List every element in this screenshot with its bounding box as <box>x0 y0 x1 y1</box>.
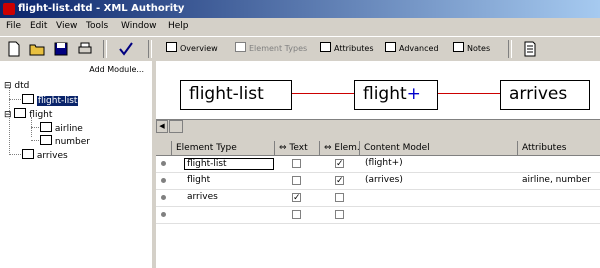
menu-tools[interactable]: Tools <box>86 21 108 31</box>
element-name-cell[interactable]: flight <box>187 175 210 185</box>
elem-checkbox[interactable]: ✓ <box>335 159 344 169</box>
title-bar: flight-list.dtd - XML Authority <box>0 0 600 18</box>
menu-view[interactable]: View <box>56 21 77 31</box>
tree-item-arrives[interactable]: arrives <box>22 149 68 161</box>
advanced-icon <box>385 42 396 52</box>
column-element-type[interactable]: Element Type <box>172 141 275 155</box>
print-icon[interactable] <box>77 41 93 57</box>
tree-connector <box>31 140 39 141</box>
attributes-button[interactable]: Attributes <box>320 42 374 56</box>
scroll-left-arrow[interactable]: ◀ <box>156 120 168 133</box>
column-attributes[interactable]: Attributes <box>518 141 600 155</box>
row-marker-icon <box>161 161 166 166</box>
tree-connector <box>9 154 21 155</box>
tree-connector <box>9 87 10 155</box>
tree-connector <box>31 127 39 128</box>
text-checkbox[interactable] <box>292 176 301 185</box>
toolbar-separator <box>508 40 512 58</box>
elem-checkbox[interactable]: ✓ <box>335 176 344 186</box>
new-file-icon[interactable] <box>6 41 22 57</box>
toolbar: Overview Element Types Attributes Advanc… <box>0 36 600 62</box>
notes-button[interactable]: Notes <box>453 42 490 56</box>
text-checkbox[interactable] <box>292 210 301 219</box>
element-name-field[interactable]: flight-list <box>184 158 274 170</box>
collapse-icon[interactable]: ⊟ <box>4 81 12 91</box>
table-row[interactable]: flight ✓ (arrives) airline, number <box>156 173 600 190</box>
connector-line <box>292 93 354 94</box>
tree-item-airline[interactable]: airline <box>40 122 83 134</box>
text-checkbox[interactable]: ✓ <box>292 193 301 203</box>
attribute-icon <box>40 135 52 145</box>
toolbar-separator <box>103 40 107 58</box>
attribute-icon <box>40 122 52 132</box>
elem-checkbox[interactable] <box>335 210 344 219</box>
menu-bar: File Edit View Tools Window Help <box>0 18 600 35</box>
column-text[interactable]: ⇔ Text <box>275 141 320 155</box>
validate-check-icon[interactable] <box>118 41 134 57</box>
connector-line <box>438 93 500 94</box>
notes-icon <box>453 42 464 52</box>
element-types-icon <box>235 42 246 52</box>
advanced-button[interactable]: Advanced <box>385 42 439 56</box>
element-types-button[interactable]: Element Types <box>235 42 307 56</box>
menu-file[interactable]: File <box>6 21 21 31</box>
tree-item-flight-list[interactable]: flight-list <box>22 94 79 106</box>
table-row[interactable]: arrives ✓ <box>156 190 600 207</box>
tree-item-number[interactable]: number <box>40 135 90 147</box>
tree-connector <box>9 99 21 100</box>
dtd-tree-pane: Add Module... ⊟ dtd flight-list ⊟ flight… <box>0 61 153 268</box>
app-icon <box>3 3 15 15</box>
menu-window[interactable]: Window <box>121 21 157 31</box>
window-title: flight-list.dtd - XML Authority <box>18 3 185 14</box>
menu-help[interactable]: Help <box>168 21 189 31</box>
open-folder-icon[interactable] <box>29 41 45 57</box>
content-model-cell[interactable]: (arrives) <box>365 175 403 185</box>
element-box-arrives[interactable]: arrives <box>500 80 590 110</box>
add-module-button[interactable]: Add Module... <box>2 63 148 77</box>
row-marker-icon <box>161 212 166 217</box>
tree-root[interactable]: ⊟ dtd <box>4 81 29 91</box>
table-row[interactable]: flight-list ✓ (flight+) <box>156 156 600 173</box>
scroll-thumb[interactable] <box>169 120 183 133</box>
column-content-model[interactable]: Content Model <box>360 141 518 155</box>
structure-canvas: flight-list flight+ arrives <box>156 61 600 120</box>
row-marker-icon <box>161 195 166 200</box>
table-row[interactable] <box>156 207 600 224</box>
attributes-icon <box>320 42 331 52</box>
element-name-cell[interactable]: arrives <box>187 192 218 202</box>
table-header: Element Type ⇔ Text ⇔ Elem. Content Mode… <box>156 141 600 156</box>
text-checkbox[interactable] <box>292 159 301 168</box>
canvas-horizontal-scrollbar[interactable]: ◀ <box>156 120 600 133</box>
row-marker-header <box>156 141 172 155</box>
toolbar-separator <box>148 40 152 58</box>
attributes-cell[interactable]: airline, number <box>522 175 591 185</box>
elem-checkbox[interactable] <box>335 193 344 202</box>
menu-edit[interactable]: Edit <box>30 21 47 31</box>
content-model-cell[interactable]: (flight+) <box>365 158 403 168</box>
element-icon <box>22 94 34 104</box>
overview-button[interactable]: Overview <box>166 42 218 56</box>
element-types-table: Element Type ⇔ Text ⇔ Elem. Content Mode… <box>156 141 600 268</box>
document-icon[interactable] <box>522 41 538 57</box>
column-elem[interactable]: ⇔ Elem. <box>320 141 360 155</box>
element-icon <box>14 108 27 118</box>
element-box-flight-list[interactable]: flight-list <box>180 80 292 110</box>
tree-item-flight[interactable]: ⊟ flight <box>4 108 52 120</box>
element-box-flight[interactable]: flight+ <box>354 80 438 110</box>
row-marker-icon <box>161 178 166 183</box>
occurrence-indicator: + <box>406 84 421 104</box>
overview-icon <box>166 42 177 52</box>
element-icon <box>22 149 34 159</box>
collapse-icon[interactable]: ⊟ <box>4 110 12 120</box>
save-icon[interactable] <box>53 41 69 57</box>
